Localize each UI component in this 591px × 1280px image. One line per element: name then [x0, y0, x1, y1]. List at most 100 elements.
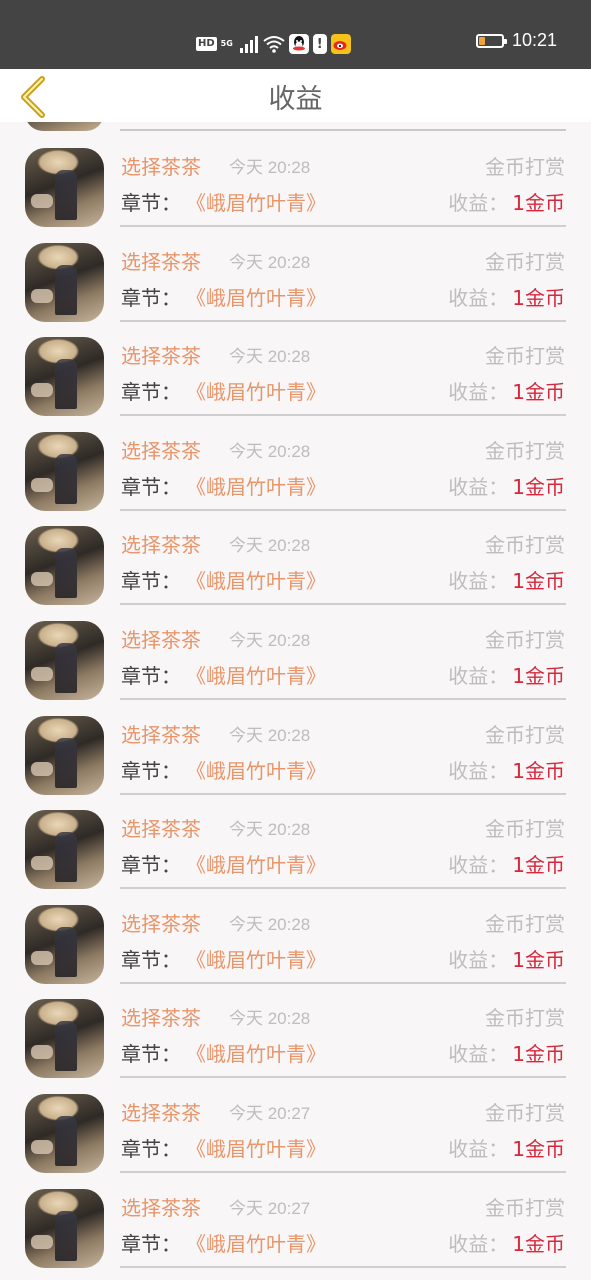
income: 收益： 1金币 [448, 1231, 565, 1257]
list-item[interactable]: 选择茶茶 今天 20:28 金币打赏 章节： 《峨眉竹叶青》 收益： 1金币 [0, 526, 591, 621]
timestamp: 今天 20:28 [229, 725, 311, 745]
chapter-title[interactable]: 《峨眉竹叶青》 [186, 1136, 326, 1162]
chapter-title[interactable]: 《峨眉竹叶青》 [186, 663, 326, 689]
chapter-title[interactable]: 《峨眉竹叶青》 [186, 568, 326, 594]
avatar[interactable] [25, 1188, 104, 1268]
reward-type: 金币打赏 [485, 817, 565, 842]
chapter-title[interactable]: 《峨眉竹叶青》 [186, 1231, 326, 1257]
income: 收益： 1金币 [448, 758, 565, 784]
avatar[interactable] [25, 810, 104, 890]
supporter-name[interactable]: 选择茶茶 [121, 1005, 201, 1031]
chapter-title[interactable]: 《峨眉竹叶青》 [186, 190, 326, 216]
avatar[interactable] [25, 337, 104, 417]
supporter-name[interactable]: 选择茶茶 [121, 722, 201, 748]
supporter-name[interactable]: 选择茶茶 [121, 1100, 201, 1126]
income-value: 1金币 [512, 474, 565, 499]
chapter-label: 章节： [121, 1231, 181, 1256]
list-item[interactable]: 选择茶茶 今天 20:28 金币打赏 章节： 《峨眉竹叶青》 收益： 1金币 [0, 999, 591, 1094]
income-value: 1金币 [512, 1231, 565, 1256]
income-list[interactable]: 选择茶茶 今天 20:28 金币打赏 章节： 《峨眉竹叶青》 收益： 1金币 选择茶茶 今天 2… [0, 122, 591, 1280]
signal-icon [239, 36, 258, 53]
page-title: 收益 [268, 84, 323, 115]
list-item[interactable]: 选择茶茶 今天 20:28 金币打赏 章节： 《峨眉竹叶青》 收益： 1金币 [0, 337, 591, 432]
chapter-title[interactable]: 《峨眉竹叶青》 [186, 474, 326, 500]
avatar[interactable] [25, 1093, 104, 1173]
income-label: 收益： [448, 947, 509, 972]
supporter-name[interactable]: 选择茶茶 [121, 816, 201, 842]
income-label: 收益： [448, 1231, 509, 1256]
supporter-name[interactable]: 选择茶茶 [121, 154, 201, 180]
list-item-partial [0, 122, 591, 131]
supporter-name[interactable]: 选择茶茶 [121, 343, 201, 369]
chapter-label: 章节： [121, 947, 181, 972]
income: 收益： 1金币 [448, 947, 565, 973]
battery-fill [478, 36, 485, 45]
income-label: 收益： [448, 191, 509, 215]
chapter-title[interactable]: 《峨眉竹叶青》 [186, 1041, 326, 1067]
income-label: 收益： [448, 474, 509, 499]
list-item[interactable]: 选择茶茶 今天 20:28 金币打赏 章节： 《峨眉竹叶青》 收益： 1金币 [0, 242, 591, 338]
list-item[interactable]: 选择茶茶 今天 20:28 金币打赏 章节： 《峨眉竹叶青》 收益： 1金币 [0, 715, 591, 811]
income: 收益： 1金币 [448, 285, 565, 311]
avatar[interactable] [25, 715, 104, 795]
list-item[interactable]: 选择茶茶 今天 20:28 金币打赏 章节： 《峨眉竹叶青》 收益： 1金币 [0, 810, 591, 905]
avatar[interactable] [25, 526, 104, 606]
supporter-name[interactable]: 选择茶茶 [121, 249, 201, 275]
income-label: 收益： [448, 380, 509, 405]
reward-type: 金币打赏 [485, 627, 565, 652]
supporter-name[interactable]: 选择茶茶 [121, 532, 201, 558]
chapter-title[interactable]: 《峨眉竹叶青》 [186, 285, 326, 311]
chapter-title[interactable]: 《峨眉竹叶青》 [186, 379, 326, 405]
list-item[interactable]: 选择茶茶 今天 20:28 金币打赏章节： 《峨眉竹叶青》 收益： 1金币 [0, 431, 591, 527]
battery-icon [475, 33, 507, 48]
supporter-name[interactable]: 选择茶茶 [121, 627, 201, 653]
status-bar: HD 5G ! 10:21 [0, 0, 591, 69]
income-rows: 选择茶茶 今天 20:28 金币打赏 章节： 《峨眉竹叶青》 收益： 1金币 选择茶茶 今天 2… [0, 148, 591, 1280]
divider [120, 319, 566, 322]
list-item[interactable]: 选择茶茶 今天 20:28 金币打赏 章节： 《峨眉竹叶青》 收益： 1金币 [0, 904, 591, 1000]
income-value: 1金币 [512, 758, 565, 783]
divider [120, 508, 566, 511]
avatar[interactable] [25, 999, 104, 1079]
reward-type: 金币打赏 [485, 1195, 565, 1220]
divider [120, 225, 566, 227]
timestamp: 今天 20:28 [229, 441, 311, 461]
supporter-name[interactable]: 选择茶茶 [121, 438, 201, 464]
status-right: 10:21 [475, 30, 557, 51]
supporter-name[interactable]: 选择茶茶 [121, 1195, 201, 1221]
timestamp: 今天 20:28 [229, 536, 311, 556]
weibo-icon [330, 34, 351, 54]
list-item[interactable]: 选择茶茶 今天 20:27 金币打赏 章节： 《峨眉竹叶青》 收益： 1金币 [0, 1093, 591, 1189]
income: 收益： 1金币 [448, 663, 565, 689]
chapter-title[interactable]: 《峨眉竹叶青》 [186, 947, 326, 973]
avatar[interactable] [25, 620, 104, 700]
supporter-name[interactable]: 选择茶茶 [121, 911, 201, 937]
divider [120, 792, 566, 795]
list-item[interactable]: 选择茶茶 今天 20:28 金币打赏 章节： 《峨眉竹叶青》 收益： 1金币 [0, 620, 591, 716]
chapter-title[interactable]: 《峨眉竹叶青》 [186, 852, 326, 878]
income: 收益： 1金币 [448, 1136, 565, 1162]
avatar[interactable] [25, 431, 104, 511]
timestamp: 今天 20:28 [229, 347, 311, 367]
avatar[interactable] [25, 904, 104, 984]
reward-type: 金币打赏 [485, 533, 565, 558]
chapter-label: 章节： [121, 474, 181, 499]
reward-type: 金币打赏 [485, 722, 565, 747]
list-item[interactable]: 选择茶茶 今天 20:27 金币打赏 章节： 《峨眉竹叶青》 收益： 1金币 [0, 1188, 591, 1280]
income-label: 收益： [448, 569, 509, 594]
avatar[interactable] [25, 242, 104, 322]
list-item[interactable]: 选择茶茶 今天 20:28 金币打赏 章节： 《峨眉竹叶青》 收益： 1金币 [0, 148, 591, 243]
reward-type: 金币打赏 [485, 1100, 565, 1125]
chapter-label: 章节： [121, 1042, 181, 1067]
avatar[interactable] [25, 148, 104, 227]
income-value: 1金币 [512, 191, 565, 215]
reward-type: 金币打赏 [485, 438, 565, 463]
divider [120, 414, 566, 417]
chapter-label: 章节： [121, 1136, 181, 1161]
hd-badge: HD [196, 37, 217, 51]
timestamp: 今天 20:28 [229, 820, 311, 840]
network-type-label: 5G [220, 39, 233, 48]
chapter-title[interactable]: 《峨眉竹叶青》 [186, 758, 326, 784]
divider [120, 1265, 566, 1268]
divider [120, 1076, 566, 1079]
